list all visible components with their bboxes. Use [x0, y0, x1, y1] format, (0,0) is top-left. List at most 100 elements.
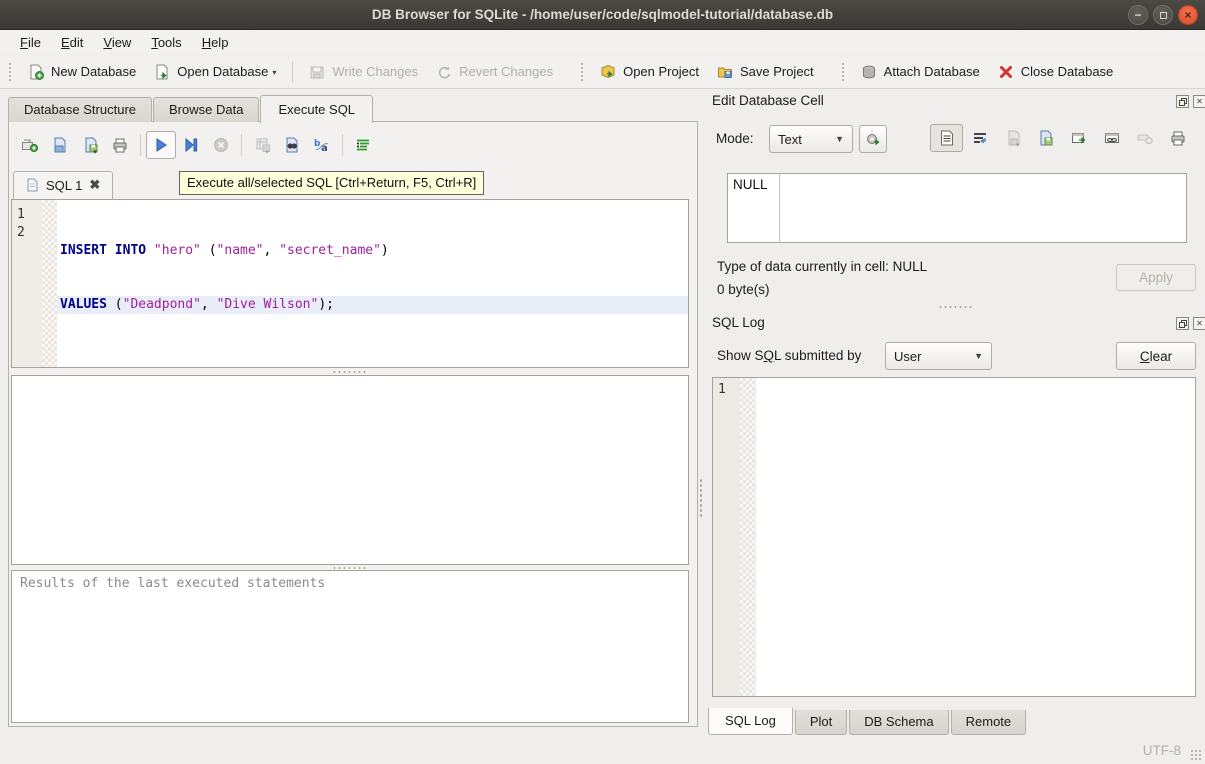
open-project-icon [600, 64, 616, 80]
print-button[interactable] [105, 131, 135, 159]
log-content-area [756, 378, 1195, 696]
attach-database-icon [861, 64, 877, 80]
sql-log-view[interactable]: 1 [712, 377, 1196, 697]
open-sql-file-button[interactable] [45, 131, 75, 159]
close-dock-icon[interactable]: ✕ [1193, 95, 1205, 108]
sql-editor[interactable]: 1 2 INSERT INTO "hero" ("name", "secret_… [11, 199, 689, 368]
resize-grip[interactable] [1190, 749, 1202, 761]
cell-value-editor[interactable]: NULL [727, 173, 1187, 243]
sql-code-area[interactable]: INSERT INTO "hero" ("name", "secret_name… [57, 200, 688, 367]
apply-button: Apply [1116, 264, 1196, 291]
word-wrap-icon [972, 130, 988, 146]
menu-bar: File Edit View Tools Help [0, 30, 1205, 54]
new-sql-tab-button[interactable] [15, 131, 45, 159]
text-mode-button[interactable] [930, 124, 963, 152]
clear-log-button[interactable]: Clear [1116, 342, 1196, 370]
set-null-button [1128, 124, 1161, 152]
results-grid[interactable] [11, 375, 689, 565]
auto-mode-button[interactable] [859, 125, 887, 153]
replace-button[interactable]: ba [307, 131, 337, 159]
main-toolbar: New Database Open Database ▾ Write Chang… [0, 55, 1205, 89]
import-file-button: ▾ [996, 124, 1029, 152]
write-changes-icon [309, 64, 325, 80]
line-number-gutter: 1 2 [12, 200, 42, 367]
close-dock-icon[interactable]: ✕ [1193, 317, 1205, 330]
copy-link-button[interactable] [1095, 124, 1128, 152]
replace-icon: ba [313, 137, 331, 153]
splitter-handle[interactable] [332, 370, 366, 374]
titlebar[interactable]: DB Browser for SQLite - /home/user/code/… [0, 0, 1205, 30]
sql-toolbar-separator [140, 134, 141, 156]
open-project-button[interactable]: Open Project [591, 59, 708, 85]
cell-editor-toolbar: ▾ [930, 124, 1194, 152]
dock-splitter-handle[interactable] [938, 305, 972, 309]
menu-file[interactable]: File [10, 32, 51, 53]
sql-file-icon [26, 178, 39, 192]
save-project-button[interactable]: Save Project [708, 59, 823, 85]
toolbar-drag-handle[interactable] [841, 62, 846, 82]
new-tab-icon [21, 137, 39, 153]
log-line-number: 1 [718, 382, 740, 397]
results-message-area[interactable]: Results of the last executed statements [11, 570, 689, 723]
text-document-icon [940, 130, 954, 146]
dock-tab-db-schema[interactable]: DB Schema [849, 710, 948, 735]
sql-editor-tab[interactable]: SQL 1 ✖ [13, 171, 113, 199]
execute-tooltip: Execute all/selected SQL [Ctrl+Return, F… [179, 171, 484, 195]
open-database-dropdown-arrow[interactable]: ▾ [272, 68, 276, 80]
close-database-button[interactable]: Close Database [989, 59, 1123, 85]
find-button[interactable] [277, 131, 307, 159]
stop-button [206, 131, 236, 159]
window-controls: − × [1128, 5, 1198, 25]
link-icon [1104, 130, 1120, 146]
tab-execute-sql[interactable]: Execute SQL [260, 95, 373, 123]
maximize-button[interactable] [1153, 5, 1173, 25]
format-sql-button[interactable] [348, 131, 378, 159]
log-folding-margin [740, 378, 756, 696]
edit-cell-dock-title: Edit Database Cell [712, 93, 824, 108]
close-database-icon [998, 64, 1014, 80]
execute-sql-pane: ▾ ▾ ba SQL 1 [8, 121, 698, 727]
sql-code-line: INSERT INTO "hero" ("name", "secret_name… [57, 242, 688, 260]
attach-database-button[interactable]: Attach Database [852, 59, 989, 85]
mode-label: Mode: [716, 131, 754, 146]
format-sql-icon [355, 137, 371, 153]
menu-tools[interactable]: Tools [141, 32, 191, 53]
write-changes-button: Write Changes [300, 59, 427, 85]
menu-view[interactable]: View [93, 32, 141, 53]
tab-browse-data[interactable]: Browse Data [153, 97, 259, 122]
minimize-button[interactable]: − [1128, 5, 1148, 25]
execute-all-button[interactable] [146, 131, 176, 159]
dock-tab-sql-log[interactable]: SQL Log [708, 708, 793, 735]
tab-database-structure[interactable]: Database Structure [8, 97, 152, 122]
mode-combobox[interactable]: Text ▼ [769, 125, 853, 153]
main-tab-bar: Database Structure Browse Data Execute S… [8, 95, 374, 122]
sql-log-filter-value: User [894, 349, 921, 364]
close-tab-icon[interactable]: ✖ [89, 177, 100, 193]
toolbar-drag-handle[interactable] [8, 62, 13, 82]
sql-editor-tab-label: SQL 1 [46, 178, 82, 193]
export-file-button[interactable] [1029, 124, 1062, 152]
toolbar-drag-handle[interactable] [580, 62, 585, 82]
menu-help[interactable]: Help [192, 32, 239, 53]
dock-tab-remote[interactable]: Remote [951, 710, 1027, 735]
sql-log-filter-combobox[interactable]: User ▼ [885, 342, 992, 370]
float-dock-icon[interactable] [1176, 95, 1189, 108]
open-database-button[interactable]: Open Database ▾ [145, 59, 285, 85]
vertical-splitter-handle[interactable] [699, 478, 703, 518]
maximize-icon [1160, 12, 1167, 19]
close-button[interactable]: × [1178, 5, 1198, 25]
menu-edit[interactable]: Edit [51, 32, 93, 53]
float-dock-icon[interactable] [1176, 317, 1189, 330]
encoding-indicator[interactable]: UTF-8 [1143, 743, 1181, 758]
word-wrap-button[interactable] [963, 124, 996, 152]
sql-toolbar: ▾ ▾ ba [15, 129, 378, 161]
export-file-icon [1038, 130, 1054, 146]
sql-editor-tab-bar: SQL 1 ✖ [13, 170, 113, 199]
save-sql-file-button[interactable]: ▾ [75, 131, 105, 159]
new-database-button[interactable]: New Database [19, 59, 145, 85]
dock-tab-plot[interactable]: Plot [795, 710, 847, 735]
save-file-dropdown-arrow[interactable]: ▾ [93, 148, 97, 156]
execute-line-button[interactable] [176, 131, 206, 159]
print-cell-button[interactable] [1161, 124, 1194, 152]
open-external-button[interactable] [1062, 124, 1095, 152]
